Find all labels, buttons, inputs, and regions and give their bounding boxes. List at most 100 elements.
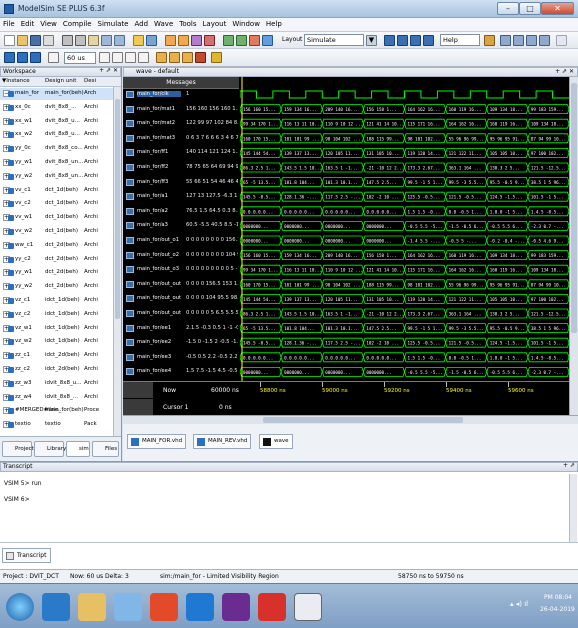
tab-transcript[interactable]: Transcript bbox=[2, 548, 52, 563]
bus-waveform[interactable]: 156 160 15... 159 134 16... 209 140 16... 1… bbox=[240, 104, 569, 114]
tray-icons[interactable]: ▴ ◂) ıl bbox=[510, 600, 528, 608]
signal-row[interactable]: main_for/a2 76.5 1.5 64.5 0.3 8... bbox=[123, 206, 239, 217]
menu-edit[interactable]: Edit bbox=[18, 18, 38, 30]
internet-explorer-icon[interactable] bbox=[42, 593, 70, 621]
workspace-scroll-thumb[interactable] bbox=[115, 99, 120, 319]
chrome-icon[interactable] bbox=[150, 593, 178, 621]
performance-icon[interactable] bbox=[211, 52, 222, 63]
binoculars-icon[interactable] bbox=[484, 35, 495, 46]
close-button[interactable]: ✕ bbox=[541, 2, 574, 15]
run-icon[interactable] bbox=[99, 52, 110, 63]
bus-waveform[interactable]: 145 144 54... 139 137 13... 120 105 11... 1… bbox=[240, 294, 569, 304]
tab-files[interactable]: Files bbox=[92, 441, 119, 457]
instance-row[interactable]: + yy_c2 dct_2d(beh) Archi bbox=[0, 254, 121, 266]
instance-row[interactable]: + zz_w3 idvit_8x8_u... Archi bbox=[0, 378, 121, 390]
transcript-prompt[interactable]: VSIM 6> bbox=[4, 496, 30, 503]
maximize-button[interactable]: □ bbox=[519, 2, 541, 15]
instance-row[interactable]: + vv_c2 dct_1d(beh) Archi bbox=[0, 198, 121, 210]
instance-row[interactable]: + yy_w2 dvit_8x8_un... Archi bbox=[0, 171, 121, 183]
instance-row[interactable]: + zz_w4 idvit_8x8_... Archi bbox=[0, 392, 121, 404]
wave-hscroll-thumb[interactable] bbox=[263, 417, 463, 423]
simulate-icon[interactable] bbox=[191, 35, 202, 46]
instance-row[interactable]: + zz_c2 idct_2d(beh) Archi bbox=[0, 364, 121, 376]
pointer-icon[interactable] bbox=[384, 35, 395, 46]
signal-row[interactable]: main_for/mat2 122 99 97 102 84 8... bbox=[123, 118, 239, 129]
step-over-icon[interactable] bbox=[169, 52, 180, 63]
menu-help[interactable]: Help bbox=[263, 18, 285, 30]
step-into-icon[interactable] bbox=[156, 52, 167, 63]
up-arrow-icon[interactable] bbox=[4, 52, 15, 63]
signal-row[interactable]: main_for/out_out1 0 0 0 0 156.5 153 1... bbox=[123, 279, 239, 290]
bus-waveform[interactable]: 86.3 2.5 1... 143.5 1.5 10... 163.5 1 -1..… bbox=[240, 162, 569, 173]
signal-row[interactable]: main_for/ee3 -0.5 0.5 2.2 -0.5 2.2... bbox=[123, 352, 239, 363]
bus-waveform[interactable]: 86.3 2.5 1... 143.5 1.5 10... 163.5 1 -1..… bbox=[240, 308, 569, 319]
instance-row[interactable]: + yy_w2 dct_2d(beh) Archi bbox=[0, 281, 121, 293]
wave-horizontal-scrollbar[interactable] bbox=[123, 415, 578, 424]
tab-wave[interactable]: wave bbox=[259, 434, 293, 449]
copy-icon[interactable] bbox=[75, 35, 86, 46]
bus-waveform[interactable]: 145.5 -0.5... 128.1.36 -... 117.5 2.5 -...… bbox=[240, 337, 569, 348]
bus-waveform[interactable]: 99 34 170 1... 116 13 11 10... 110 9 10 12… bbox=[240, 118, 569, 129]
edit-icon[interactable] bbox=[410, 35, 421, 46]
media-player-icon[interactable] bbox=[114, 593, 142, 621]
chevron-down-icon[interactable]: ▼ bbox=[366, 35, 377, 46]
instance-row[interactable]: + textio textio Pack bbox=[0, 419, 121, 431]
instance-row[interactable]: + vv_c1 dct_1d(beh) Archi bbox=[0, 185, 121, 197]
menu-view[interactable]: View bbox=[37, 18, 60, 30]
signal-row[interactable]: main_for/out_o2 0 0 0 0 0 0 0 0 104 9... bbox=[123, 250, 239, 261]
wave-pane-controls-icon[interactable]: + ⇗ ✕ bbox=[555, 68, 574, 76]
bus-waveform[interactable]: 160 170 15... 101 101 99 ... 98 104 102 ..… bbox=[240, 279, 569, 290]
wave-vscroll-thumb[interactable] bbox=[571, 83, 577, 333]
layout-select[interactable]: Simulate bbox=[304, 34, 364, 46]
new-file-icon[interactable] bbox=[4, 35, 15, 46]
tab-library[interactable]: Library bbox=[34, 441, 66, 457]
bus-waveform[interactable]: 0000000... 0000000... 0000000... 0000000...… bbox=[240, 235, 569, 246]
compile-icon[interactable] bbox=[165, 35, 176, 46]
instance-row[interactable]: + yy_0c dvit_8x8_co... Archi bbox=[0, 143, 121, 155]
zoom-in-icon[interactable] bbox=[500, 35, 511, 46]
tab-sim[interactable]: sim bbox=[66, 441, 90, 457]
instance-row[interactable]: + xx_w1 dvit_8x8_u... Archi bbox=[0, 116, 121, 128]
instance-row[interactable]: + zz_c1 idct_2d(beh) Archi bbox=[0, 350, 121, 362]
clock-waveform[interactable] bbox=[240, 90, 569, 99]
step-icon[interactable] bbox=[423, 35, 434, 46]
signal-row[interactable]: main_for/a3 60.5 -5.5 40.5 8.5 -1... bbox=[123, 220, 239, 231]
run-all-icon[interactable] bbox=[125, 52, 136, 63]
bus-waveform[interactable]: 145 144 54... 139 137 13... 120 105 11... 1… bbox=[240, 148, 569, 158]
compile-all-icon[interactable] bbox=[178, 35, 189, 46]
start-button-icon[interactable] bbox=[6, 593, 34, 621]
file-explorer-icon[interactable] bbox=[78, 593, 106, 621]
signal-row[interactable]: main_for/ff3 55 66 51 54 46 46 4... bbox=[123, 177, 239, 188]
break-icon[interactable] bbox=[204, 35, 215, 46]
tab-project[interactable]: Project bbox=[2, 441, 34, 457]
cursor-add-icon[interactable] bbox=[556, 35, 567, 46]
signal-row[interactable]: main_for/out_o3 0 0 0 0 0 0 0 0 0 5 -... bbox=[123, 264, 239, 275]
signal-row[interactable]: main_for/mat3 0 6 3 7 6 6 6 3 4 6 7... bbox=[123, 133, 239, 144]
visual-studio-icon[interactable] bbox=[222, 593, 250, 621]
stop-icon[interactable] bbox=[195, 52, 206, 63]
bus-waveform[interactable]: 0000000... 0000000... 0000000... 0000000...… bbox=[240, 221, 569, 231]
profile-icon[interactable] bbox=[236, 35, 247, 46]
signal-row[interactable]: main_for/ff2 78 75 65 64 69 94 9... bbox=[123, 162, 239, 173]
instance-row[interactable]: + vv_w2 dct_1d(beh) Archi bbox=[0, 226, 121, 238]
step-out-icon[interactable] bbox=[182, 52, 193, 63]
signal-row[interactable]: main_for/clk 1 bbox=[123, 89, 239, 100]
memory-icon[interactable] bbox=[223, 35, 234, 46]
signal-row[interactable]: main_for/ff1 140 114 121 124 1... bbox=[123, 147, 239, 158]
signal-row[interactable]: main_for/ee4 1.5 7.5 -1.5 4.5 -0.5... bbox=[123, 366, 239, 377]
redo-icon[interactable] bbox=[114, 35, 125, 46]
undo-icon[interactable] bbox=[101, 35, 112, 46]
coverage-icon[interactable] bbox=[249, 35, 260, 46]
bus-waveform[interactable]: 160 170 15... 101 101 99 ... 98 104 102 ..… bbox=[240, 133, 569, 144]
instance-row[interactable]: + ww_c1 dct_2d(beh) Archi bbox=[0, 240, 121, 252]
collapse-icon[interactable] bbox=[146, 35, 157, 46]
menu-file[interactable]: File bbox=[0, 18, 18, 30]
signal-row[interactable]: main_for/out_o1 0 0 0 0 0 0 0 0 156.1... bbox=[123, 235, 239, 246]
instance-row[interactable]: + yy_w1 dct_2d(beh) Archi bbox=[0, 267, 121, 279]
column-design-type[interactable]: Desi bbox=[84, 78, 96, 84]
bus-waveform[interactable]: 0.0.0.0.0... 0.0.0.0.0... 0.0.0.0.0... 0.0.… bbox=[240, 206, 569, 217]
opera-icon[interactable] bbox=[258, 593, 286, 621]
break-run-icon[interactable] bbox=[138, 52, 149, 63]
restart-icon[interactable] bbox=[48, 52, 59, 63]
bus-waveform[interactable]: 0000000... 0000000... 0000000... 0000000...… bbox=[240, 367, 569, 377]
